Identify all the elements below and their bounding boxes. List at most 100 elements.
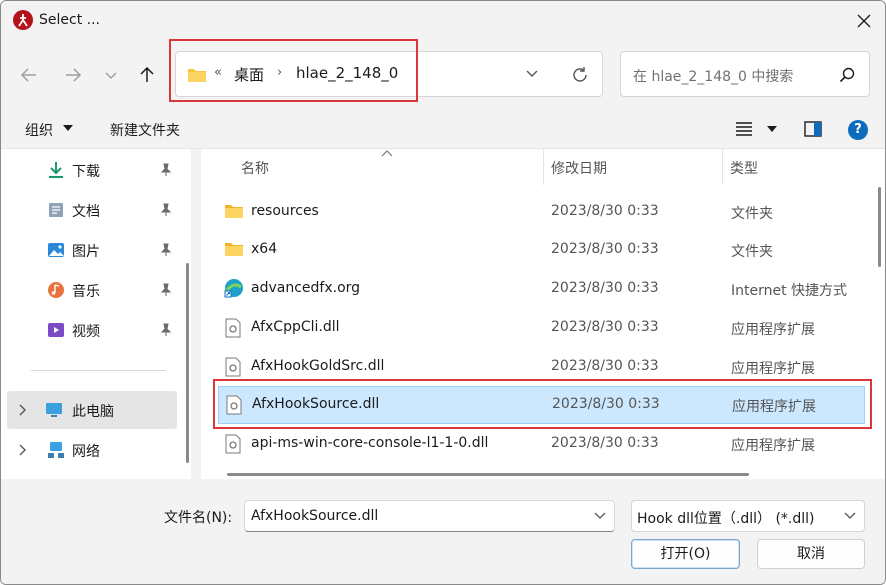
chevron-right-icon[interactable] — [19, 404, 27, 416]
file-list: 名称 修改日期 类型 resources 2023/8/30 0:33 文件夹 … — [201, 149, 885, 479]
file-name: AfxHookGoldSrc.dll — [251, 358, 385, 374]
picture-icon — [48, 243, 64, 257]
filename-label: 文件名(N): — [164, 510, 233, 526]
arrow-left-icon — [20, 68, 36, 82]
cancel-button[interactable]: 取消 — [757, 539, 865, 569]
sidebar-divider — [31, 370, 166, 371]
music-icon — [48, 282, 64, 298]
dialog-footer: 文件名(N): AfxHookSource.dll Hook dll位置（.dl… — [1, 479, 885, 584]
help-button[interactable]: ? — [848, 120, 868, 140]
sidebar-item-documents[interactable]: 文档 — [1, 191, 179, 229]
sidebar-item-downloads[interactable]: 下载 — [1, 151, 179, 189]
pin-icon[interactable] — [159, 203, 173, 217]
new-folder-button[interactable]: 新建文件夹 — [110, 120, 180, 140]
title-bar: Select ... — [1, 1, 885, 41]
close-button[interactable] — [841, 1, 885, 41]
close-icon — [857, 14, 871, 28]
refresh-icon[interactable] — [571, 66, 589, 84]
annotation-box-file — [213, 379, 872, 429]
pin-icon[interactable] — [159, 243, 173, 257]
sidebar-item-videos[interactable]: 视频 — [1, 311, 179, 349]
column-header-date[interactable]: 修改日期 — [551, 158, 607, 194]
sidebar-item-network[interactable]: 网络 — [1, 431, 179, 469]
file-type: 文件夹 — [731, 244, 773, 260]
file-name: AfxCppCli.dll — [251, 319, 340, 335]
file-date: 2023/8/30 0:33 — [551, 203, 659, 219]
file-type: 应用程序扩展 — [731, 361, 815, 377]
file-date: 2023/8/30 0:33 — [551, 280, 659, 296]
file-date: 2023/8/30 0:33 — [551, 319, 659, 335]
file-open-dialog: Select ... « 桌面 › hlae_2_148_0 在 hlae_2_… — [0, 0, 886, 585]
column-divider[interactable] — [543, 149, 544, 185]
file-row[interactable]: advancedfx.org 2023/8/30 0:33 Internet 快… — [218, 270, 865, 308]
dll-icon — [225, 434, 241, 454]
dll-icon — [225, 357, 241, 377]
file-type-filter[interactable]: Hook dll位置（.dll） (*.dll) — [631, 500, 865, 532]
column-divider[interactable] — [722, 149, 723, 185]
column-header-type[interactable]: 类型 — [730, 158, 758, 194]
file-row[interactable]: AfxCppCli.dll 2023/8/30 0:33 应用程序扩展 — [218, 309, 865, 347]
column-header-name[interactable]: 名称 — [241, 158, 269, 194]
recent-locations-button[interactable] — [99, 63, 123, 87]
open-button[interactable]: 打开(O) — [631, 539, 740, 569]
chevron-down-icon — [105, 72, 117, 80]
chevron-down-icon[interactable] — [594, 512, 606, 520]
sidebar-item-this-pc[interactable]: 此电脑 — [7, 391, 177, 429]
pin-icon[interactable] — [159, 323, 173, 337]
dll-icon — [225, 318, 241, 338]
file-date: 2023/8/30 0:33 — [551, 435, 659, 451]
forward-button[interactable] — [61, 63, 85, 87]
pin-icon[interactable] — [159, 163, 173, 177]
pin-icon[interactable] — [159, 283, 173, 297]
file-type: 应用程序扩展 — [731, 322, 815, 338]
sidebar-item-label: 音乐 — [72, 284, 100, 300]
search-input[interactable]: 在 hlae_2_148_0 中搜索 — [620, 51, 870, 97]
file-name: api-ms-win-core-console-l1-1-0.dll — [251, 435, 489, 451]
filename-input[interactable]: AfxHookSource.dll — [244, 500, 615, 532]
folder-icon — [225, 243, 243, 256]
network-icon — [48, 442, 64, 458]
file-name: advancedfx.org — [251, 280, 361, 296]
up-button[interactable] — [135, 63, 159, 87]
file-type: Internet 快捷方式 — [731, 283, 848, 299]
sidebar-item-label: 此电脑 — [72, 404, 114, 420]
navigation-bar: « 桌面 › hlae_2_148_0 在 hlae_2_148_0 中搜索 — [1, 41, 885, 109]
sidebar-item-label: 网络 — [72, 444, 100, 460]
sidebar-item-label: 下载 — [72, 164, 100, 180]
navigation-pane: 下载 文档 图片 音乐 视频 此电脑 网络 — [1, 149, 191, 479]
file-type: 应用程序扩展 — [731, 438, 815, 454]
annotation-box-address — [169, 39, 418, 102]
sidebar-item-music[interactable]: 音乐 — [1, 271, 179, 309]
file-date: 2023/8/30 0:33 — [551, 358, 659, 374]
vertical-scrollbar[interactable] — [878, 187, 881, 267]
sort-ascending-icon — [381, 150, 393, 157]
address-dropdown-icon[interactable] — [525, 69, 539, 79]
caret-down-icon[interactable] — [63, 125, 73, 131]
sidebar-item-label: 视频 — [72, 324, 100, 340]
file-date: 2023/8/30 0:33 — [551, 241, 659, 257]
command-bar: 组织 新建文件夹 ? — [1, 109, 885, 149]
chevron-right-icon[interactable] — [19, 444, 27, 456]
view-list-icon[interactable] — [736, 122, 752, 136]
video-icon — [48, 323, 64, 337]
folder-icon — [225, 205, 243, 218]
file-row[interactable]: x64 2023/8/30 0:33 文件夹 — [218, 231, 865, 269]
document-icon — [49, 203, 63, 217]
search-placeholder: 在 hlae_2_148_0 中搜索 — [633, 69, 794, 85]
horizontal-scrollbar[interactable] — [227, 473, 749, 476]
filename-value: AfxHookSource.dll — [251, 508, 379, 524]
app-icon — [13, 10, 33, 30]
preview-pane-icon[interactable] — [804, 121, 822, 137]
pc-icon — [46, 403, 62, 417]
filter-value: Hook dll位置（.dll） (*.dll) — [637, 511, 815, 527]
window-title: Select ... — [39, 12, 100, 28]
file-name: resources — [251, 203, 319, 219]
view-caret-icon[interactable] — [767, 126, 777, 132]
sidebar-scrollbar[interactable] — [186, 263, 189, 463]
organize-menu[interactable]: 组织 — [25, 120, 53, 140]
sidebar-item-pictures[interactable]: 图片 — [1, 231, 179, 269]
file-row[interactable]: resources 2023/8/30 0:33 文件夹 — [218, 193, 865, 231]
search-icon — [839, 67, 855, 83]
file-row[interactable]: api-ms-win-core-console-l1-1-0.dll 2023/… — [218, 425, 865, 463]
back-button[interactable] — [17, 63, 41, 87]
